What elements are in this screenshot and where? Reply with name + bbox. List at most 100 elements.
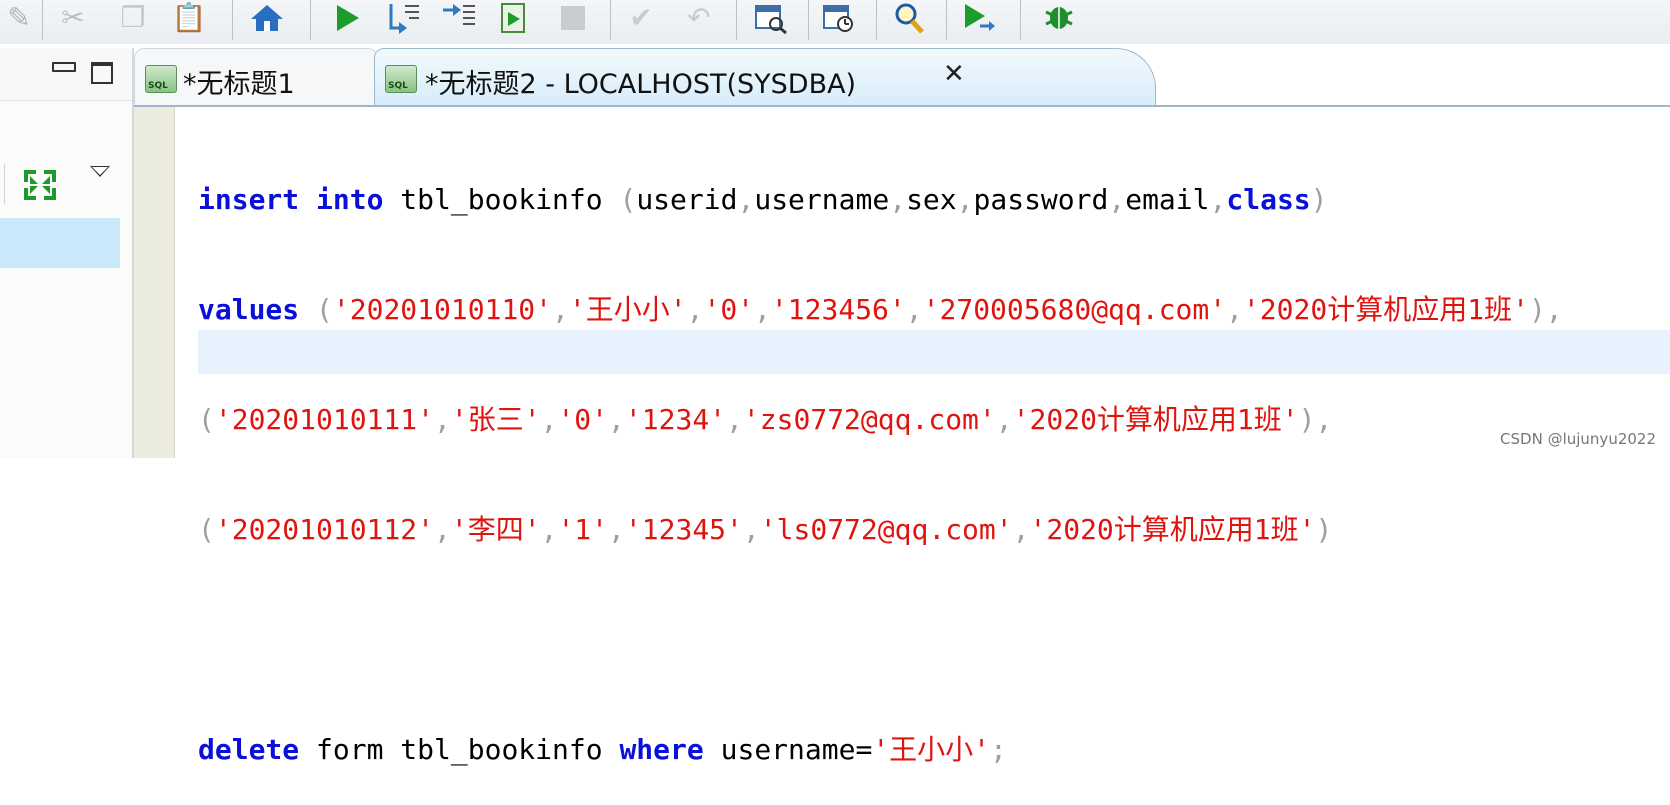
toolbar-separator xyxy=(946,0,947,40)
string-literal: 'zs0772@qq.com' xyxy=(742,403,996,436)
punctuation: , xyxy=(608,513,625,546)
collapse-all-icon[interactable] xyxy=(22,168,58,207)
punctuation: , xyxy=(1545,293,1563,326)
punctuation: , xyxy=(540,513,558,546)
punctuation: , xyxy=(754,293,771,326)
string-literal: '王小小' xyxy=(568,293,687,326)
view-menu-icon[interactable] xyxy=(90,166,110,177)
toolbar-separator xyxy=(1020,0,1021,40)
sql-icon-label: SQL xyxy=(148,81,168,91)
punctuation: , xyxy=(540,403,558,436)
minimize-icon[interactable] xyxy=(52,62,76,72)
sql-code[interactable]: insert into tbl_bookinfo (userid,usernam… xyxy=(198,112,1563,805)
code-line-1: insert into tbl_bookinfo (userid,usernam… xyxy=(198,183,1328,216)
toolbar-separator xyxy=(876,0,877,40)
punctuation: ; xyxy=(990,733,1007,766)
punctuation: , xyxy=(1108,183,1126,216)
toolbar-separator xyxy=(232,0,233,40)
watermark: CSDN @lujunyu2022 xyxy=(1500,430,1656,448)
string-literal: '270005680@qq.com' xyxy=(922,293,1227,326)
sql-keyword: where xyxy=(619,733,704,766)
code-line-4: ('20201010112','李四','1','12345','ls0772@… xyxy=(198,508,1563,552)
tab-untitled-1[interactable]: SQL *无标题1 xyxy=(134,48,378,107)
cut-icon[interactable]: ✂ xyxy=(54,0,92,36)
punctuation: , xyxy=(608,403,625,436)
punctuation: , xyxy=(889,183,907,216)
punctuation: ( xyxy=(316,293,333,326)
punctuation: ) xyxy=(1298,403,1316,436)
string-literal: '12345' xyxy=(624,513,743,546)
sql-keyword: insert xyxy=(198,183,300,216)
stop-icon[interactable] xyxy=(554,0,592,36)
punctuation: ( xyxy=(198,403,215,436)
tree-selected-row[interactable] xyxy=(0,218,120,268)
punctuation: , xyxy=(737,183,755,216)
toolbar-separator xyxy=(610,0,611,40)
close-icon[interactable]: ✕ xyxy=(943,59,965,89)
code-line-3: ('20201010111','张三','0','1234','zs0772@q… xyxy=(198,398,1563,442)
explain-plan-icon[interactable] xyxy=(752,0,790,36)
editor-tab-bar: SQL *无标题1 SQL *无标题2 - LOCALHOST(SYSDBA) … xyxy=(134,48,1670,107)
tab-label: *无标题2 - LOCALHOST(SYSDBA) xyxy=(425,69,857,100)
punctuation: , xyxy=(995,403,1013,436)
step-into-icon[interactable] xyxy=(384,0,422,36)
home-icon[interactable] xyxy=(248,0,286,36)
left-panel-toolbar-separator xyxy=(4,164,5,204)
bug-icon[interactable] xyxy=(1040,0,1078,36)
string-literal: '20201010110' xyxy=(332,293,553,326)
commit-icon[interactable]: ✔ xyxy=(622,0,660,36)
string-literal: '123456' xyxy=(770,293,906,326)
sql-icon: SQL xyxy=(385,65,417,93)
string-literal: '王小小' xyxy=(872,733,991,766)
debug-run-icon[interactable] xyxy=(960,0,998,36)
punctuation: ) xyxy=(1528,293,1546,326)
sql-icon-label: SQL xyxy=(388,81,408,91)
edit-icon[interactable]: ✎ xyxy=(0,0,38,36)
string-literal: '20201010112' xyxy=(214,513,435,546)
string-literal: '李四' xyxy=(450,513,541,546)
punctuation: ( xyxy=(198,513,215,546)
punctuation: , xyxy=(1315,403,1333,436)
copy-icon[interactable]: ❐ xyxy=(114,0,152,36)
tab-label: *无标题1 xyxy=(183,69,295,100)
punctuation: , xyxy=(686,293,704,326)
string-literal: '2020计算机应用1班' xyxy=(1012,403,1299,436)
sql-keyword: class xyxy=(1226,183,1311,216)
punctuation: , xyxy=(434,403,451,436)
punctuation: ) xyxy=(1315,513,1333,546)
toolbar-separator xyxy=(736,0,737,40)
sql-keyword: into xyxy=(316,183,384,216)
string-literal: 'ls0772@qq.com' xyxy=(759,513,1013,546)
rollback-icon[interactable]: ↶ xyxy=(680,0,718,36)
query-stats-icon[interactable] xyxy=(820,0,858,36)
step-over-icon[interactable] xyxy=(440,0,478,36)
string-literal: '1234' xyxy=(624,403,727,436)
punctuation: ( xyxy=(619,183,637,216)
run-icon[interactable] xyxy=(328,0,366,36)
punctuation: , xyxy=(1209,183,1227,216)
punctuation: ) xyxy=(1310,183,1328,216)
punctuation: , xyxy=(1226,293,1243,326)
punctuation: , xyxy=(434,513,451,546)
string-literal: '2020计算机应用1班' xyxy=(1242,293,1529,326)
string-literal: '张三' xyxy=(450,403,541,436)
string-literal: '1' xyxy=(557,513,609,546)
search-icon[interactable] xyxy=(890,0,928,36)
toolbar-separator xyxy=(310,0,311,40)
punctuation: , xyxy=(552,293,569,326)
toolbar-separator xyxy=(808,0,809,40)
tab-untitled-2[interactable]: SQL *无标题2 - LOCALHOST(SYSDBA) ✕ xyxy=(374,48,1156,107)
maximize-icon[interactable] xyxy=(91,62,113,84)
punctuation: , xyxy=(1012,513,1030,546)
string-literal: '2020计算机应用1班' xyxy=(1029,513,1316,546)
sql-keyword: delete xyxy=(198,733,300,766)
sql-icon: SQL xyxy=(145,65,177,93)
left-navigator-panel xyxy=(0,48,134,458)
string-literal: '0' xyxy=(557,403,609,436)
editor-gutter xyxy=(134,107,175,458)
paste-icon[interactable]: 📋 xyxy=(170,0,208,36)
toolbar-separator xyxy=(42,0,43,40)
code-line-2: values ('20201010110','王小小','0','123456'… xyxy=(198,288,1563,332)
run-script-icon[interactable] xyxy=(496,0,534,36)
